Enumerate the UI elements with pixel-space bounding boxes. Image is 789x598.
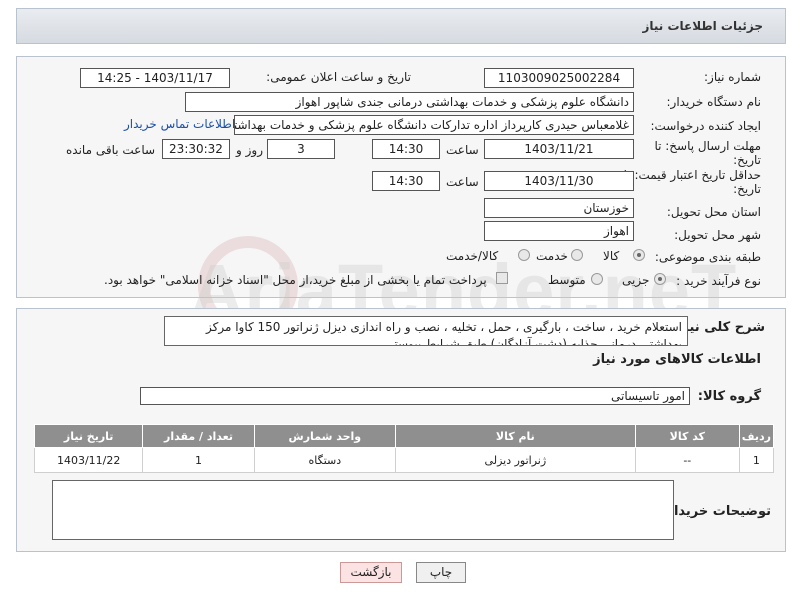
cell-item-code: --	[634, 447, 740, 473]
price-validity-label-date: تاریخ:	[733, 182, 761, 196]
back-button[interactable]: بازگشت	[340, 562, 402, 583]
cell-unit: دستگاه	[253, 447, 396, 473]
remaining-time-label: ساعت باقی مانده	[66, 143, 156, 157]
reply-deadline-time-field: 14:30	[372, 139, 440, 159]
page-header: جزئیات اطلاعات نیاز	[16, 8, 786, 44]
province-field: خوزستان	[484, 198, 634, 218]
cell-quantity: 1	[142, 447, 255, 473]
goods-group-label: گروه کالا:	[697, 389, 761, 404]
category-radio-service[interactable]	[571, 249, 583, 261]
page-title: جزئیات اطلاعات نیاز	[642, 19, 763, 33]
price-validity-time-field: 14:30	[372, 171, 440, 191]
goods-group-field: امور تاسیساتی	[140, 387, 690, 405]
col-need-date: تاریخ نیاز	[33, 424, 144, 448]
need-number-label: شماره نیاز:	[704, 70, 761, 84]
province-label: استان محل تحویل:	[666, 205, 761, 219]
col-quantity: تعداد / مقدار	[142, 424, 255, 448]
col-item-name: نام کالا	[394, 424, 636, 448]
announce-date-label: تاریخ و ساعت اعلان عمومی:	[266, 70, 411, 84]
buyer-contact-link[interactable]: اطلاعات تماس خریدار	[124, 117, 235, 131]
city-field: اهواز	[484, 221, 634, 241]
treasury-payment-checkbox[interactable]	[496, 272, 508, 284]
reply-deadline-date-field: 1403/11/21	[484, 139, 634, 159]
description-text: استعلام خرید ، ساخت ، بارگیری ، حمل ، تخ…	[164, 316, 688, 346]
table-row: 1 -- ژنراتور دیزلی دستگاه 1 1403/11/22	[33, 447, 775, 473]
price-validity-time-label: ساعت	[446, 175, 479, 189]
purchase-radio-medium[interactable]	[591, 273, 603, 285]
days-label: روز و	[236, 143, 263, 157]
price-validity-label: حداقل تاریخ اعتبار قیمت: تا	[623, 168, 761, 182]
purchase-radio-minor[interactable]	[654, 273, 666, 285]
category-option-goods-service: کالا/خدمت	[446, 249, 499, 263]
need-number-field: 1103009025002284	[484, 68, 634, 88]
buyer-notes-label: توضیحات خریدار:	[661, 504, 771, 519]
buyer-org-label: نام دستگاه خریدار:	[666, 95, 762, 109]
category-radio-goods-service[interactable]	[518, 249, 530, 261]
purchase-type-label: نوع فرآیند خرید :	[676, 274, 761, 288]
city-label: شهر محل تحویل:	[674, 228, 761, 242]
reply-deadline-label: مهلت ارسال پاسخ: تا	[654, 139, 761, 153]
cell-item-name: ژنراتور دیزلی	[394, 447, 636, 473]
reply-deadline-label-date: تاریخ:	[733, 153, 761, 167]
category-label: طبقه بندی موضوعی:	[654, 250, 761, 264]
creator-field: غلامعباس حیدری کارپرداز اداره تدارکات دا…	[234, 115, 634, 135]
category-radio-goods[interactable]	[633, 249, 645, 261]
buyer-notes-field	[52, 480, 674, 540]
goods-table: ردیف کد کالا نام کالا واحد شمارش تعداد /…	[33, 424, 775, 473]
cell-row-number: 1	[738, 447, 775, 473]
goods-info-title: اطلاعات کالاهای مورد نیاز	[593, 352, 761, 367]
col-unit: واحد شمارش	[253, 424, 396, 448]
creator-label: ایجاد کننده درخواست:	[650, 119, 761, 133]
buyer-org-field: دانشگاه علوم پزشکی و خدمات بهداشتی درمان…	[185, 92, 634, 112]
purchase-option-minor: جزیی	[622, 273, 650, 287]
goods-table-header: ردیف کد کالا نام کالا واحد شمارش تعداد /…	[33, 424, 775, 448]
price-validity-date-field: 1403/11/30	[484, 171, 634, 191]
col-row-number: ردیف	[738, 424, 775, 448]
cell-need-date: 1403/11/22	[33, 447, 144, 473]
purchase-option-medium: متوسط	[548, 273, 586, 287]
remaining-days-field: 3	[267, 139, 335, 159]
remaining-time-field: 23:30:32	[162, 139, 230, 159]
category-option-service: خدمت	[536, 249, 568, 263]
reply-deadline-time-label: ساعت	[446, 143, 479, 157]
category-option-goods: کالا	[603, 249, 620, 263]
announce-date-field: 1403/11/17 - 14:25	[80, 68, 230, 88]
print-button[interactable]: چاپ	[416, 562, 466, 583]
treasury-payment-note: پرداخت تمام یا بخشی از مبلغ خرید،از محل …	[104, 273, 487, 287]
col-item-code: کد کالا	[634, 424, 740, 448]
